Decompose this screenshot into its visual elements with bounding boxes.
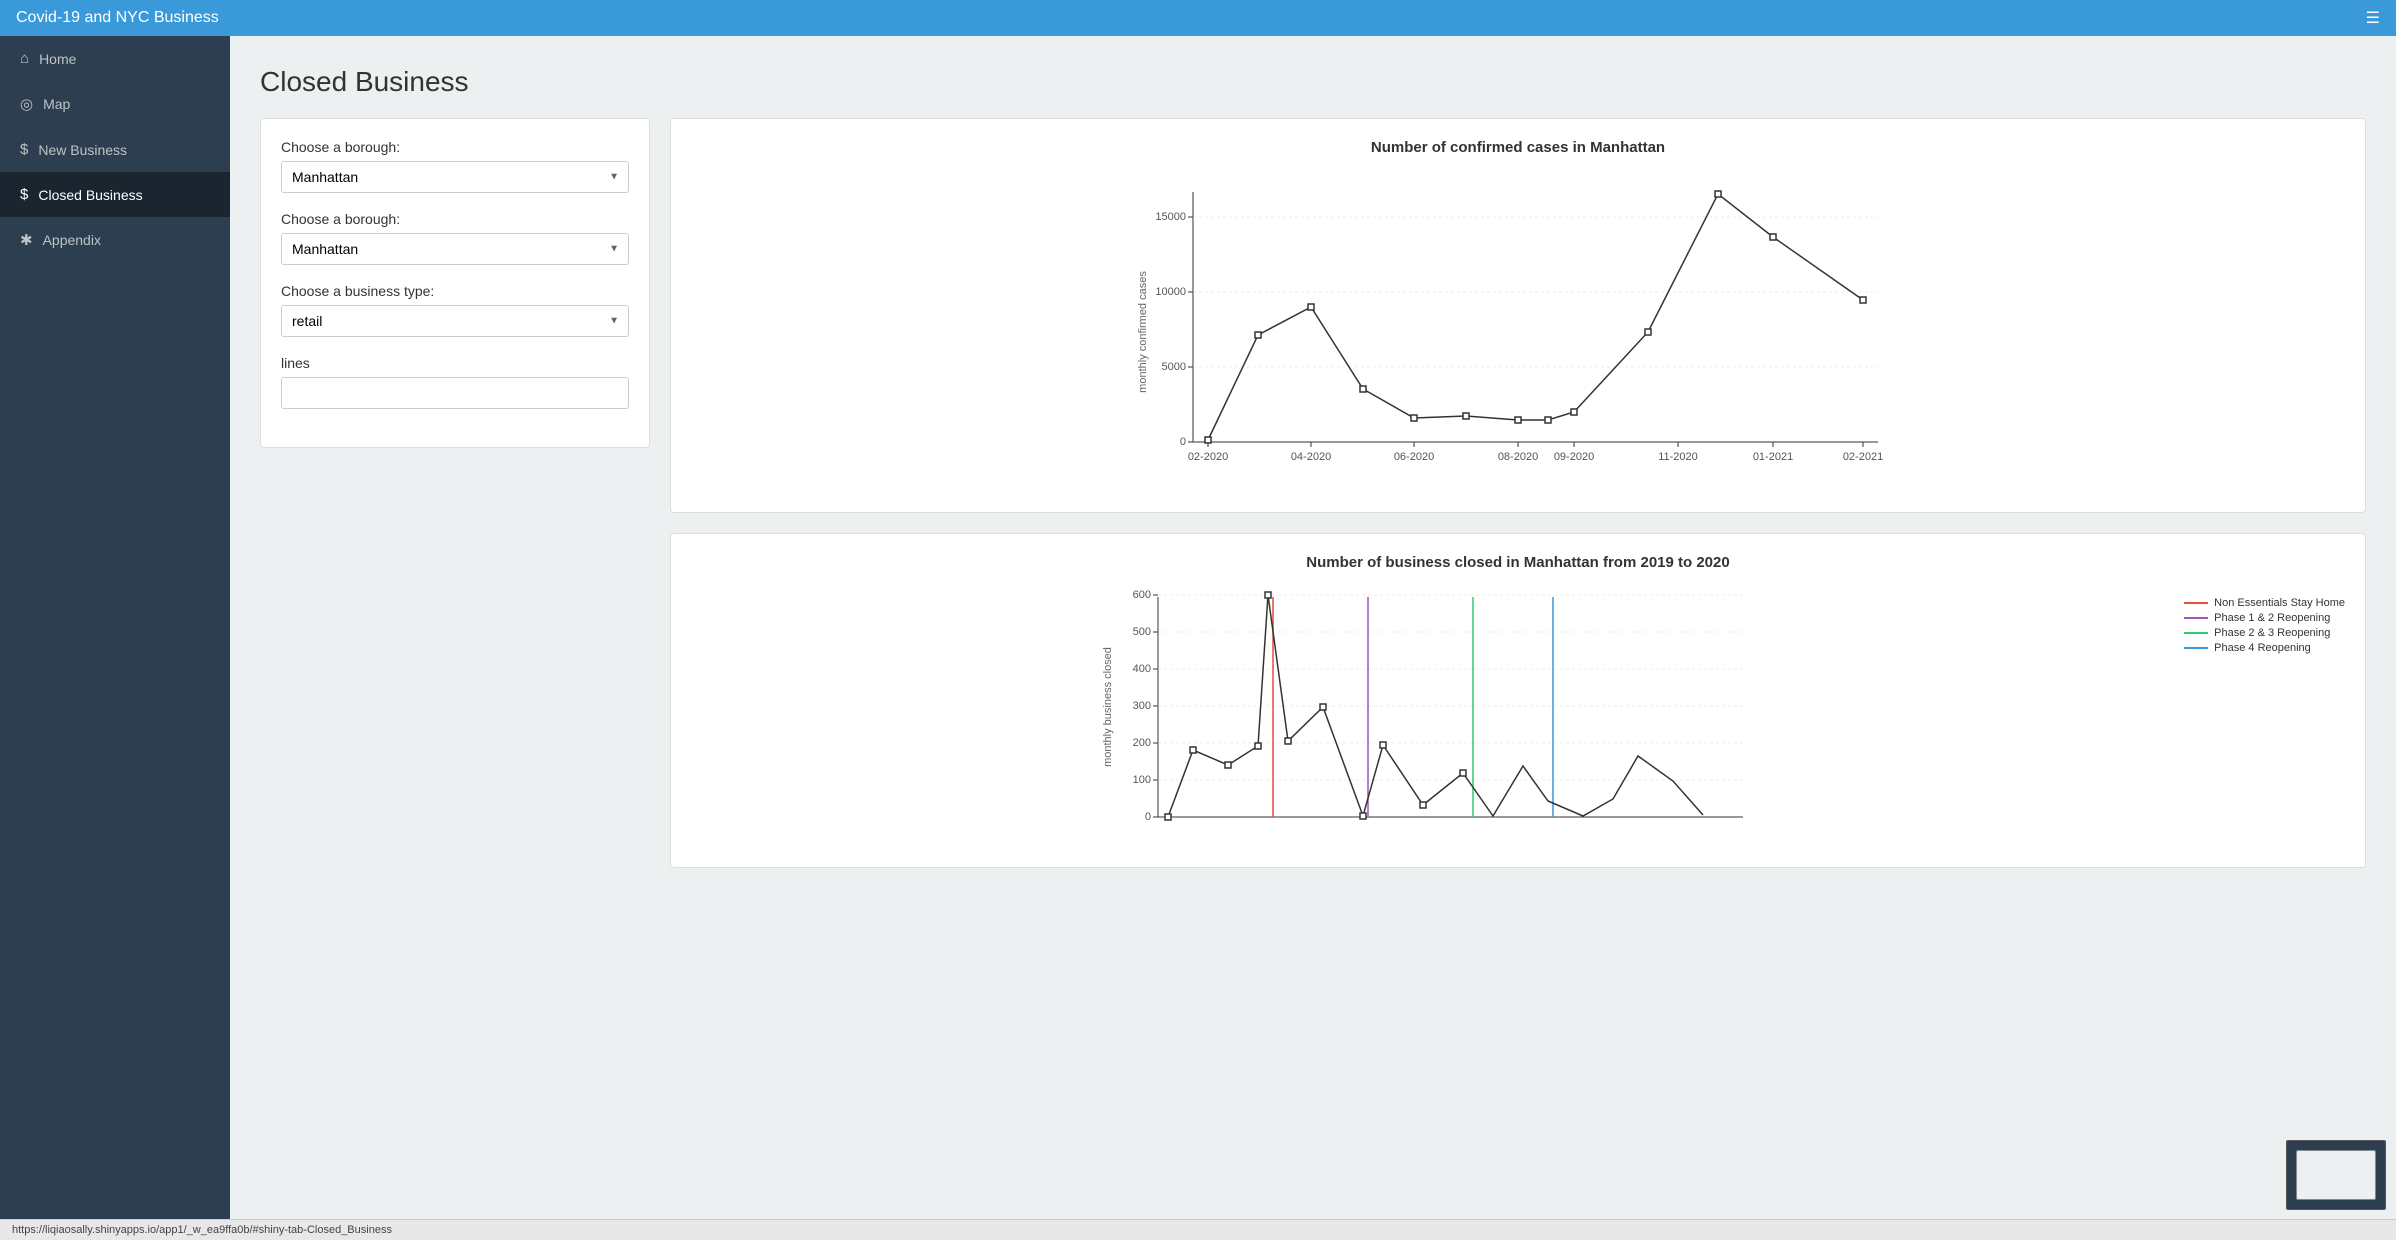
legend-phase12-label: Phase 1 & 2 Reopening [2214, 612, 2330, 624]
svg-text:400: 400 [1132, 663, 1150, 675]
svg-text:100: 100 [1132, 774, 1150, 786]
sidebar-item-label: Appendix [43, 232, 101, 248]
map-icon: ◎ [20, 95, 33, 113]
borough-select-group-2: Choose a borough: Manhattan Brooklyn Que… [281, 211, 629, 265]
sidebar-item-label: Closed Business [38, 187, 142, 203]
borough-select-group-1: Choose a borough: Manhattan Brooklyn Que… [281, 139, 629, 193]
svg-text:02-2021: 02-2021 [1843, 451, 1883, 463]
topbar: Covid-19 and NYC Business ☰ [0, 0, 2396, 36]
sidebar-item-label: Map [43, 96, 70, 112]
sidebar: ⌂ Home ◎ Map $ New Business $ Closed Bus… [0, 36, 230, 1219]
borough-select-2[interactable]: Manhattan Brooklyn Queens Bronx Staten I… [281, 233, 629, 265]
legend-phase4: Phase 4 Reopening [2184, 642, 2345, 654]
legend-phase12: Phase 1 & 2 Reopening [2184, 612, 2345, 624]
borough-label-2: Choose a borough: [281, 211, 629, 227]
controls-panel: Choose a borough: Manhattan Brooklyn Que… [260, 118, 650, 448]
lines-input[interactable]: 5 [281, 377, 629, 409]
sidebar-item-label: Home [39, 51, 76, 67]
svg-text:0: 0 [1144, 811, 1150, 823]
svg-text:10000: 10000 [1155, 286, 1186, 298]
thumbnail [2286, 1140, 2386, 1210]
svg-text:600: 600 [1132, 589, 1150, 601]
page-title: Closed Business [260, 66, 2366, 98]
chart1-line [1208, 194, 1863, 440]
svg-text:5000: 5000 [1162, 361, 1186, 373]
legend-phase4-label: Phase 4 Reopening [2214, 642, 2311, 654]
statusbar-url: https://liqiaosally.shinyapps.io/app1/_w… [12, 1224, 392, 1236]
legend-phase23: Phase 2 & 3 Reopening [2184, 627, 2345, 639]
topbar-title: Covid-19 and NYC Business [16, 9, 219, 27]
svg-text:11-2020: 11-2020 [1658, 451, 1698, 463]
legend-phase4-line [2184, 647, 2208, 649]
content-area: Closed Business Choose a borough: Manhat… [230, 36, 2396, 1219]
borough-label-1: Choose a borough: [281, 139, 629, 155]
svg-text:15000: 15000 [1155, 211, 1186, 223]
business-type-wrapper: retail food services entertainment [281, 305, 629, 337]
chart1-container: Number of confirmed cases in Manhattan m… [670, 118, 2366, 513]
borough-select-wrapper-1: Manhattan Brooklyn Queens Bronx Staten I… [281, 161, 629, 193]
svg-text:500: 500 [1132, 626, 1150, 638]
svg-text:09-2020: 09-2020 [1554, 451, 1594, 463]
charts-area: Number of confirmed cases in Manhattan m… [670, 118, 2366, 868]
chart2-legend: Non Essentials Stay Home Phase 1 & 2 Reo… [2184, 597, 2345, 657]
business-type-select[interactable]: retail food services entertainment [281, 305, 629, 337]
asterisk-icon: ✱ [20, 231, 33, 249]
sidebar-item-label: New Business [38, 142, 127, 158]
legend-phase23-label: Phase 2 & 3 Reopening [2214, 627, 2330, 639]
sidebar-item-home[interactable]: ⌂ Home [0, 36, 230, 81]
svg-text:300: 300 [1132, 700, 1150, 712]
chart2-svg: monthly business closed 0 100 [1093, 587, 1773, 847]
chart2-y-label: monthly business closed [1102, 647, 1114, 767]
chart2-container: Number of business closed in Manhattan f… [670, 533, 2366, 868]
lines-group: lines 5 [281, 355, 629, 409]
svg-text:01-2021: 01-2021 [1753, 451, 1793, 463]
svg-text:0: 0 [1180, 436, 1186, 448]
sidebar-item-closed-business[interactable]: $ Closed Business [0, 172, 230, 217]
svg-text:08-2020: 08-2020 [1498, 451, 1538, 463]
main-layout: ⌂ Home ◎ Map $ New Business $ Closed Bus… [0, 36, 2396, 1219]
sidebar-item-map[interactable]: ◎ Map [0, 81, 230, 127]
borough-select-wrapper-2: Manhattan Brooklyn Queens Bronx Staten I… [281, 233, 629, 265]
business-type-label: Choose a business type: [281, 283, 629, 299]
svg-text:200: 200 [1132, 737, 1150, 749]
sidebar-item-new-business[interactable]: $ New Business [0, 127, 230, 172]
business-type-group: Choose a business type: retail food serv… [281, 283, 629, 337]
legend-non-essential-label: Non Essentials Stay Home [2214, 597, 2345, 609]
svg-text:06-2020: 06-2020 [1394, 451, 1434, 463]
legend-non-essential: Non Essentials Stay Home [2184, 597, 2345, 609]
legend-phase23-line [2184, 632, 2208, 634]
borough-select-1[interactable]: Manhattan Brooklyn Queens Bronx Staten I… [281, 161, 629, 193]
statusbar: https://liqiaosally.shinyapps.io/app1/_w… [0, 1219, 2396, 1240]
sidebar-item-appendix[interactable]: ✱ Appendix [0, 217, 230, 263]
legend-phase12-line [2184, 617, 2208, 619]
home-icon: ⌂ [20, 50, 29, 67]
chart1-svg: monthly confirmed cases 0 5000 10000 150… [1128, 172, 1908, 492]
svg-text:02-2020: 02-2020 [1188, 451, 1228, 463]
svg-text:04-2020: 04-2020 [1291, 451, 1331, 463]
chart1-title: Number of confirmed cases in Manhattan [691, 139, 2345, 156]
dollar-icon: $ [20, 141, 28, 158]
chart1-y-label: monthly confirmed cases [1137, 271, 1149, 393]
lines-label: lines [281, 355, 629, 371]
dollar-icon-2: $ [20, 186, 28, 203]
hamburger-icon[interactable]: ☰ [2366, 8, 2380, 28]
legend-non-essential-line [2184, 602, 2208, 604]
chart2-title: Number of business closed in Manhattan f… [691, 554, 2345, 571]
